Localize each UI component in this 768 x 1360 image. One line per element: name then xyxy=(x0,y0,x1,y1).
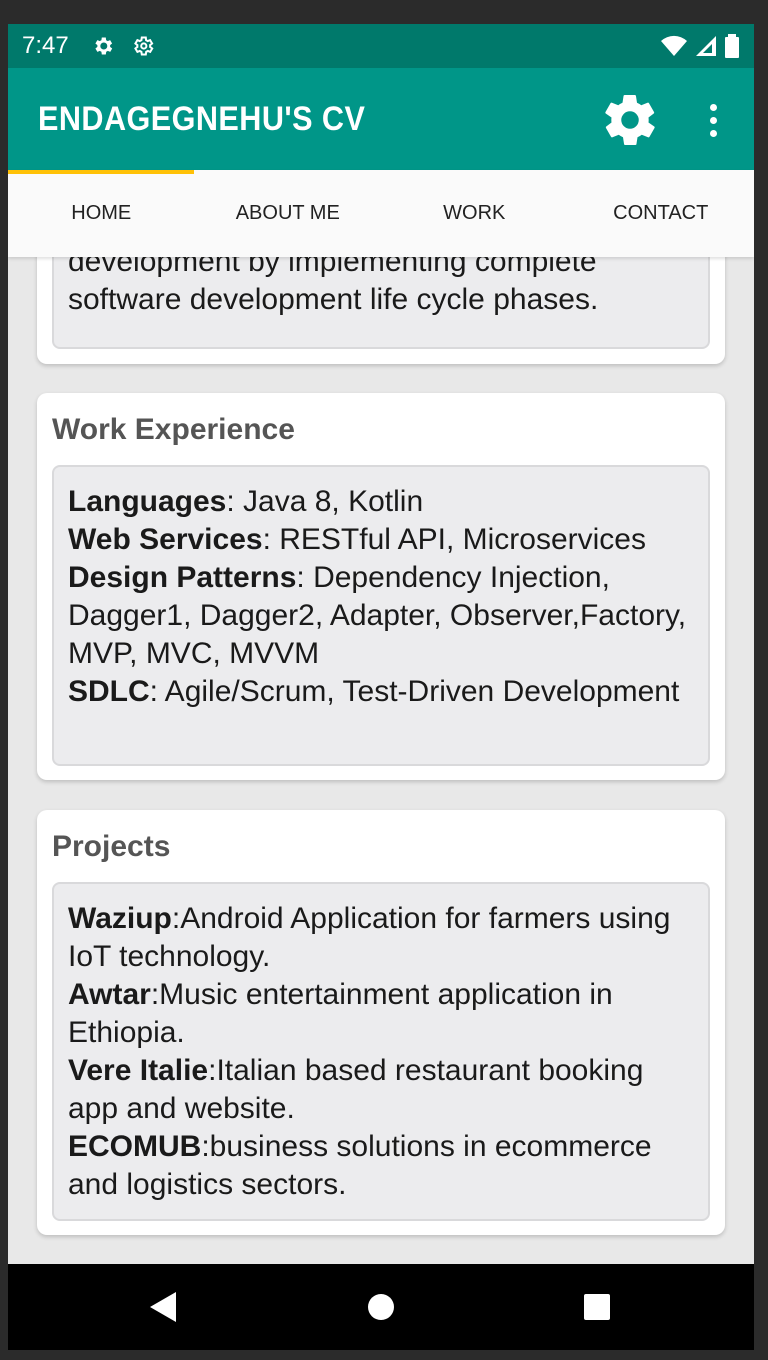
tab-about-me[interactable]: ABOUT ME xyxy=(195,170,382,257)
project-item: ECOMUB:business solutions in ecommerce a… xyxy=(68,1130,652,1201)
work-item: Web Services: RESTful API, Microservices xyxy=(68,523,646,556)
app-bar: ENDAGEGNEHU'S CV xyxy=(8,68,754,170)
summary-line: software development life cycle phases. xyxy=(68,283,599,316)
projects-title: Projects xyxy=(52,830,171,863)
tab-contact[interactable]: CONTACT xyxy=(568,170,755,257)
tab-work[interactable]: WORK xyxy=(381,170,568,257)
project-item: Vere Italie:Italian based restaurant boo… xyxy=(68,1054,644,1125)
overflow-menu-icon[interactable] xyxy=(698,98,728,142)
app-title: ENDAGEGNEHU'S CV xyxy=(38,99,366,138)
work-item: SDLC: Agile/Scrum, Test-Driven Developme… xyxy=(68,675,680,708)
home-icon[interactable] xyxy=(366,1290,396,1324)
tab-home[interactable]: HOME xyxy=(8,170,195,257)
summary-line: development by implementing complete xyxy=(68,257,597,278)
projects-card: Projects Waziup:Android Application for … xyxy=(37,810,725,1235)
work-experience-box: Languages: Java 8, Kotlin Web Services: … xyxy=(52,465,710,766)
phone-screen: 7:47 ENDAGEGNEHU'S CV HOME ABOUT ME WORK… xyxy=(8,24,754,1350)
scroll-content[interactable]: development by implementing complete sof… xyxy=(8,257,754,1264)
settings-icon[interactable] xyxy=(600,90,660,150)
status-bar: 7:47 xyxy=(8,24,754,68)
back-icon[interactable] xyxy=(148,1290,178,1324)
project-item: Waziup:Android Application for farmers u… xyxy=(68,902,671,973)
wifi-icon xyxy=(661,35,687,56)
work-experience-title: Work Experience xyxy=(52,413,295,446)
settings-notification-icon xyxy=(95,37,112,55)
summary-box: development by implementing complete sof… xyxy=(52,257,710,349)
summary-card: development by implementing complete sof… xyxy=(37,257,725,364)
work-item: Design Patterns: Dependency Injection, D… xyxy=(68,561,687,670)
work-experience-card: Work Experience Languages: Java 8, Kotli… xyxy=(37,393,725,780)
system-navigation-bar xyxy=(8,1264,754,1350)
signal-icon xyxy=(696,36,716,56)
recents-icon[interactable] xyxy=(582,1290,612,1324)
status-time: 7:47 xyxy=(22,32,69,59)
project-item: Awtar:Music entertainment application in… xyxy=(68,978,613,1049)
projects-box: Waziup:Android Application for farmers u… xyxy=(52,882,710,1221)
settings-outline-notification-icon xyxy=(133,36,154,56)
battery-icon xyxy=(725,34,739,58)
tab-bar: HOME ABOUT ME WORK CONTACT xyxy=(8,170,754,257)
work-item: Languages: Java 8, Kotlin xyxy=(68,485,424,518)
